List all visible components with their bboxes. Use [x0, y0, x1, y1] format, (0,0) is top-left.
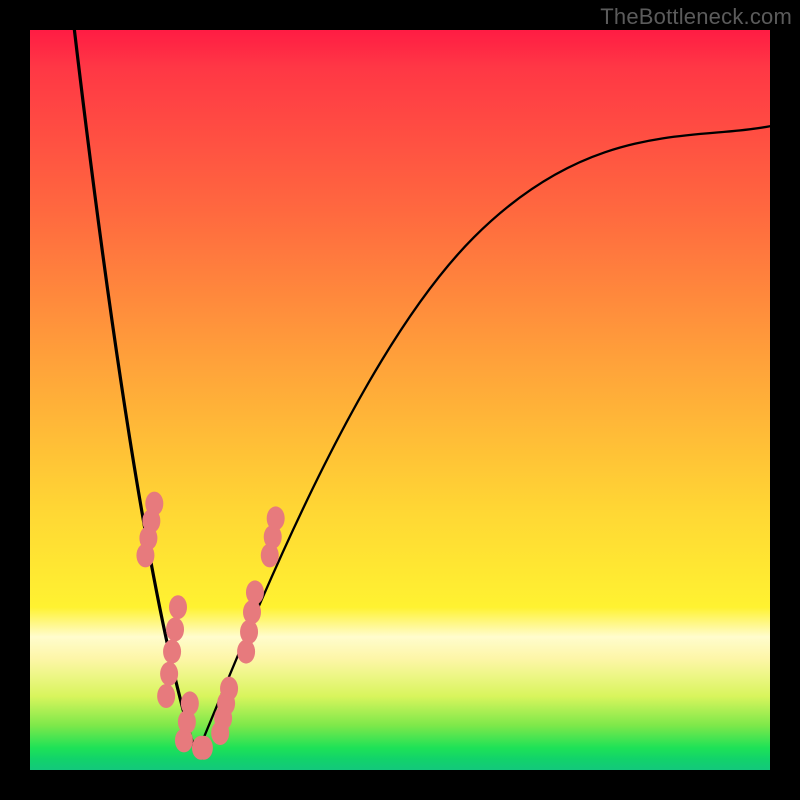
curve-marker — [237, 640, 255, 664]
watermark-text: TheBottleneck.com — [600, 4, 792, 30]
curve-marker — [157, 684, 175, 708]
curve-marker — [220, 677, 238, 701]
curve-marker — [243, 600, 261, 624]
curve-marker — [169, 595, 187, 619]
curve-marker — [166, 617, 184, 641]
curve-marker — [163, 640, 181, 664]
plot-area — [30, 30, 770, 770]
curve-marker — [246, 580, 264, 604]
curve-marker — [160, 662, 178, 686]
curve-marker — [136, 543, 154, 567]
curve-marker — [195, 736, 213, 760]
curve-marker — [267, 506, 285, 530]
bottleneck-curve — [30, 30, 770, 770]
chart-frame: TheBottleneck.com — [0, 0, 800, 800]
curve-marker — [175, 728, 193, 752]
curve-marker — [240, 620, 258, 644]
